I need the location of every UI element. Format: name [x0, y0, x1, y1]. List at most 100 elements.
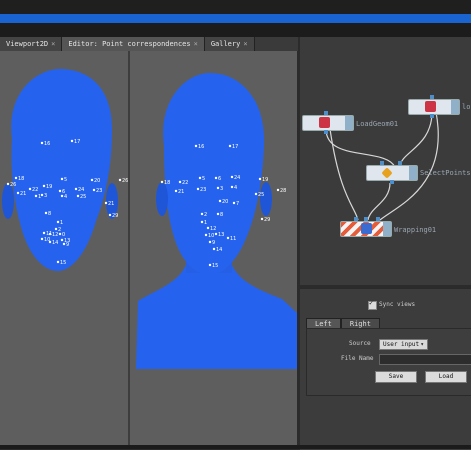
- correspondence-point[interactable]: [58, 232, 62, 236]
- node-graph[interactable]: LoadGeom01 lo SelectPoints01 Wrapping01: [300, 37, 471, 285]
- correspondence-point[interactable]: [214, 176, 218, 180]
- sync-views-checkbox[interactable]: [368, 299, 377, 310]
- correspondence-point[interactable]: [40, 193, 44, 197]
- correspondence-point[interactable]: [28, 187, 32, 191]
- side-tabs: Left Right: [306, 318, 380, 330]
- input-port[interactable]: [364, 217, 368, 221]
- correspondence-point[interactable]: [60, 177, 64, 181]
- point-label: 17: [74, 139, 80, 145]
- correspondence-point[interactable]: [40, 237, 44, 241]
- tab-viewport2d[interactable]: Viewport2D ×: [0, 37, 63, 51]
- right-head-mesh[interactable]: [136, 73, 297, 369]
- node-handle[interactable]: [451, 100, 459, 114]
- correspondence-point[interactable]: [174, 189, 178, 193]
- node-handle[interactable]: [345, 116, 353, 130]
- filename-field[interactable]: [379, 354, 471, 365]
- correspondence-point[interactable]: [160, 180, 164, 184]
- correspondence-point[interactable]: [34, 194, 38, 198]
- correspondence-point[interactable]: [70, 139, 74, 143]
- input-port[interactable]: [430, 95, 434, 99]
- point-label: 24: [234, 175, 240, 181]
- correspondence-point[interactable]: [200, 220, 204, 224]
- input-port[interactable]: [354, 217, 358, 221]
- output-port[interactable]: [390, 180, 394, 184]
- toolbar-strip: [0, 23, 471, 37]
- correspondence-point[interactable]: [14, 176, 18, 180]
- correspondence-point[interactable]: [212, 247, 216, 251]
- source-select[interactable]: User input ▾: [379, 339, 428, 350]
- correspondence-point[interactable]: [16, 191, 20, 195]
- correspondence-point[interactable]: [58, 189, 62, 193]
- correspondence-point[interactable]: [216, 212, 220, 216]
- correspondence-point[interactable]: [198, 176, 202, 180]
- face-meshes[interactable]: 1617182621221956242026231342521829121112…: [0, 51, 297, 445]
- node-selectpoints[interactable]: [366, 165, 418, 181]
- viewport-splitter[interactable]: [128, 51, 130, 445]
- point-label: 8: [220, 212, 223, 218]
- side-settings: Source User input ▾ File Name Save Load: [306, 328, 471, 396]
- correspondence-point[interactable]: [60, 238, 64, 242]
- correspondence-point[interactable]: [194, 144, 198, 148]
- correspondence-point[interactable]: [74, 187, 78, 191]
- correspondence-point[interactable]: [48, 240, 52, 244]
- input-port[interactable]: [324, 111, 328, 115]
- correspondence-point[interactable]: [208, 263, 212, 267]
- correspondence-point[interactable]: [40, 141, 44, 145]
- correspondence-point[interactable]: [92, 188, 96, 192]
- node-loadgeom[interactable]: [302, 115, 354, 131]
- correspondence-point[interactable]: [200, 212, 204, 216]
- correspondence-point[interactable]: [56, 260, 60, 264]
- correspondence-point[interactable]: [254, 192, 258, 196]
- correspondence-point[interactable]: [44, 211, 48, 215]
- correspondence-point[interactable]: [60, 194, 64, 198]
- node-handle[interactable]: [383, 222, 391, 236]
- close-icon[interactable]: ×: [51, 40, 55, 48]
- tab-point-correspondences[interactable]: Editor: Point correspondences ×: [62, 37, 205, 51]
- output-port[interactable]: [430, 114, 434, 118]
- correspondence-point[interactable]: [206, 226, 210, 230]
- close-icon[interactable]: ×: [194, 40, 198, 48]
- node-load-second[interactable]: [408, 99, 460, 115]
- correspondence-point[interactable]: [216, 186, 220, 190]
- node-handle[interactable]: [409, 166, 417, 180]
- correspondence-point[interactable]: [178, 180, 182, 184]
- correspondence-point[interactable]: [208, 240, 212, 244]
- node-wrapping[interactable]: [340, 221, 392, 237]
- save-button[interactable]: Save: [375, 371, 417, 383]
- correspondence-point[interactable]: [276, 188, 280, 192]
- correspondence-point[interactable]: [230, 175, 234, 179]
- correspondence-point[interactable]: [118, 178, 122, 182]
- correspondence-point[interactable]: [76, 194, 80, 198]
- correspondence-point[interactable]: [42, 231, 46, 235]
- correspondence-point[interactable]: [204, 233, 208, 237]
- tab-gallery[interactable]: Gallery ×: [204, 37, 255, 51]
- correspondence-point[interactable]: [90, 178, 94, 182]
- left-head-mesh[interactable]: [2, 69, 118, 271]
- input-port[interactable]: [398, 161, 402, 165]
- correspondence-point[interactable]: [258, 177, 262, 181]
- correspondence-point[interactable]: [104, 201, 108, 205]
- correspondence-point[interactable]: [6, 182, 10, 186]
- output-port[interactable]: [324, 130, 328, 134]
- correspondence-point[interactable]: [62, 242, 66, 246]
- correspondence-point[interactable]: [48, 232, 52, 236]
- correspondence-point[interactable]: [260, 217, 264, 221]
- correspondence-point[interactable]: [56, 220, 60, 224]
- correspondence-point[interactable]: [54, 227, 58, 231]
- correspondence-point[interactable]: [232, 201, 236, 205]
- correspondence-point[interactable]: [226, 236, 230, 240]
- correspondence-point[interactable]: [214, 232, 218, 236]
- correspondence-viewport[interactable]: 1617182621221956242026231342521829121112…: [0, 51, 297, 445]
- correspondence-point[interactable]: [108, 213, 112, 217]
- correspondence-point[interactable]: [230, 185, 234, 189]
- correspondence-point[interactable]: [218, 199, 222, 203]
- correspondence-point[interactable]: [42, 184, 46, 188]
- geometry-icon: [425, 101, 436, 112]
- correspondence-point[interactable]: [228, 144, 232, 148]
- close-icon[interactable]: ×: [243, 40, 247, 48]
- correspondence-point[interactable]: [196, 187, 200, 191]
- input-port[interactable]: [380, 161, 384, 165]
- input-port[interactable]: [376, 217, 380, 221]
- load-button[interactable]: Load: [425, 371, 467, 383]
- point-label: 24: [78, 187, 84, 193]
